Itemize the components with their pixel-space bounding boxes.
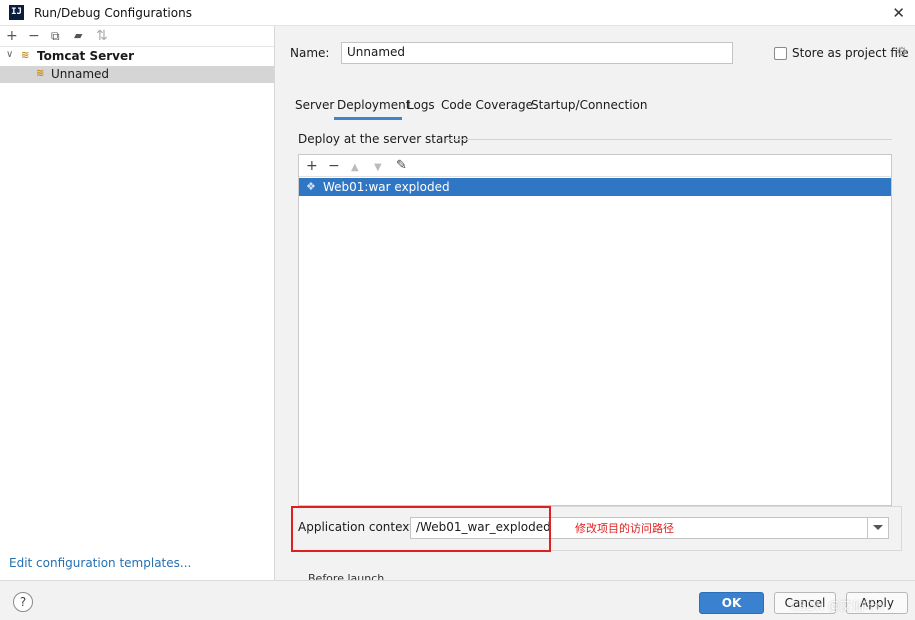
list-item-label: Web01:war exploded (323, 180, 450, 194)
store-as-project-checkbox[interactable] (774, 47, 787, 60)
title-bar: IJ Run/Debug Configurations ✕ (0, 0, 915, 26)
edit-configuration-templates-link[interactable]: Edit configuration templates... (9, 556, 191, 570)
move-down-icon[interactable]: ▼ (374, 159, 382, 177)
save-folder-icon[interactable]: ▰ (74, 27, 82, 45)
chevron-down-icon[interactable]: ∨ (6, 49, 13, 60)
tomcat-icon: ≋ (36, 68, 45, 79)
edit-icon[interactable]: ✎ (396, 157, 407, 175)
deployment-list: + − ▲ ▼ ✎ ❖ Web01:war exploded (298, 154, 892, 506)
tab-startup-connection[interactable]: Startup/Connection (531, 98, 647, 112)
tree-item-tomcat-server[interactable]: ∨ ≋ Tomcat Server (0, 48, 274, 65)
apply-button[interactable]: Apply (846, 592, 908, 614)
name-field[interactable]: Unnamed (341, 42, 733, 64)
artifact-icon: ❖ (306, 180, 316, 193)
deploy-group-title: Deploy at the server startup (298, 132, 469, 146)
cancel-button[interactable]: Cancel (774, 592, 836, 614)
copy-icon[interactable]: ⧉ (51, 27, 60, 45)
help-button[interactable]: ? (13, 592, 33, 612)
tab-deployment[interactable]: Deployment (337, 98, 410, 112)
intellij-logo-icon: IJ (9, 5, 24, 20)
tree-item-label: Unnamed (51, 67, 110, 81)
group-separator (446, 139, 892, 140)
deployment-toolbar: + − ▲ ▼ ✎ (299, 155, 891, 177)
toolbar-divider (0, 46, 274, 47)
tree-item-label: Tomcat Server (37, 49, 135, 63)
before-launch-label-cutoff: Before launch (308, 572, 388, 580)
configurations-toolbar: + − ⧉ ▰ ⇅ (0, 26, 274, 46)
tree-item-unnamed[interactable]: ≋ Unnamed (0, 66, 274, 83)
tomcat-icon: ≋ (21, 50, 30, 61)
list-item-web01-war-exploded[interactable]: ❖ Web01:war exploded (299, 178, 891, 196)
application-context-dropdown-button[interactable] (867, 517, 889, 539)
before-launch-label: Before launch (308, 572, 385, 580)
tab-logs[interactable]: Logs (407, 98, 435, 112)
tab-server[interactable]: Server (295, 98, 334, 112)
remove-icon[interactable]: − (328, 157, 340, 175)
ok-button[interactable]: OK (699, 592, 764, 614)
active-tab-indicator (334, 117, 402, 120)
sort-icon[interactable]: ⇅ (96, 27, 108, 45)
name-label: Name: (290, 46, 330, 60)
remove-icon[interactable]: − (28, 27, 40, 45)
gear-icon[interactable]: ⚙ (896, 45, 908, 60)
add-icon[interactable]: + (306, 157, 318, 175)
annotation-highlight-box (291, 506, 551, 552)
window-title: Run/Debug Configurations (34, 6, 192, 20)
close-window-button[interactable]: ✕ (892, 4, 905, 22)
chevron-down-icon (873, 525, 883, 530)
annotation-text: 修改项目的访问路径 (575, 522, 674, 535)
add-icon[interactable]: + (6, 27, 18, 45)
configurations-sidebar: + − ⧉ ▰ ⇅ ∨ ≋ Tomcat Server ≋ Unnamed Ed… (0, 26, 275, 580)
move-up-icon[interactable]: ▲ (351, 159, 359, 177)
tab-code-coverage[interactable]: Code Coverage (441, 98, 533, 112)
store-as-project-label[interactable]: Store as project file (792, 46, 909, 60)
